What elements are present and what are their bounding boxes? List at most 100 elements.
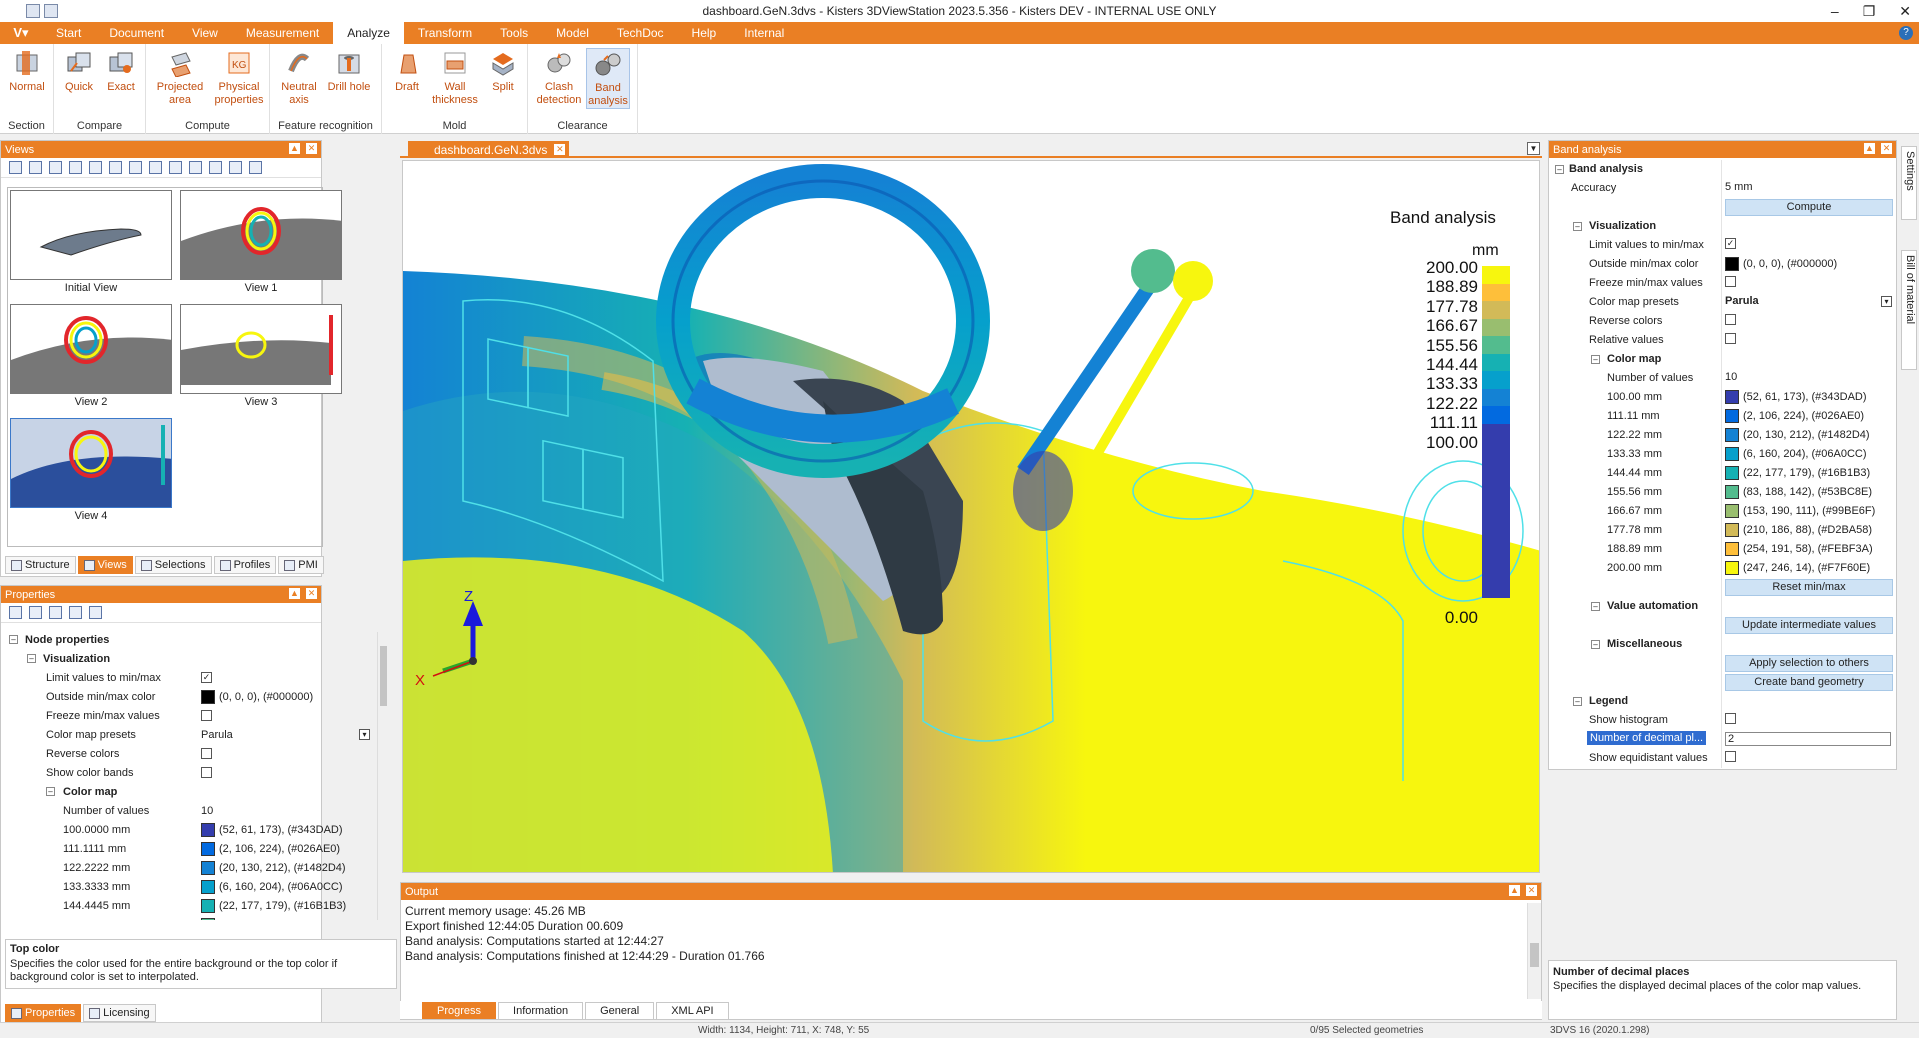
quick-button[interactable]: Quick [56, 48, 102, 94]
band-color-entry-row[interactable]: 200.00 mm (247, 246, 14), (#F7F60E) [1549, 559, 1898, 578]
tab-list-dropdown-icon[interactable]: ▼ [1527, 142, 1540, 155]
create-band-geometry-button[interactable]: Create band geometry [1725, 674, 1893, 691]
band-value[interactable]: 10 [1725, 371, 1737, 383]
band-row-decimal[interactable]: Number of decimal pl... 2 [1549, 730, 1898, 749]
tab-techdoc[interactable]: TechDoc [603, 22, 678, 44]
collapse-all-icon[interactable] [29, 606, 42, 619]
tab-transform[interactable]: Transform [404, 22, 486, 44]
band-row-presets[interactable]: Color map presets Parula ▾ [1549, 293, 1898, 312]
scroll-thumb[interactable] [380, 646, 387, 706]
collapse-toggle-icon[interactable]: – [46, 787, 55, 796]
save-icon[interactable] [26, 4, 40, 18]
prop-row-reverse[interactable]: Reverse colors [1, 744, 375, 763]
color-map-entry-row[interactable]: 111.1111 mm (2, 106, 224), (#026AE0) [1, 839, 375, 858]
home-view-icon[interactable] [9, 161, 22, 174]
color-map-entry-row[interactable]: 133.3333 mm (6, 160, 204), (#06A0CC) [1, 877, 375, 896]
scroll-thumb[interactable] [1530, 943, 1539, 967]
thumbnail-initial-view[interactable] [10, 190, 172, 280]
document-tab[interactable]: dashboard.GeN.3dvs ✕ [408, 141, 570, 158]
band-row-root[interactable]: – Band analysis [1549, 160, 1898, 179]
band-color-entry-row[interactable]: 111.11 mm (2, 106, 224), (#026AE0) [1549, 407, 1898, 426]
band-row-relative[interactable]: Relative values [1549, 331, 1898, 350]
neutral-axis-button[interactable]: Neutral axis [276, 48, 322, 107]
expand-all-icon[interactable] [9, 606, 22, 619]
prop-row-visualization[interactable]: – Visualization [1, 649, 375, 668]
pin-icon[interactable]: ▲ [1509, 885, 1520, 896]
decimal-places-input[interactable]: 2 [1725, 732, 1891, 746]
output-scrollbar[interactable] [1527, 903, 1541, 999]
tab-structure[interactable]: Structure [5, 556, 76, 574]
tab-profiles[interactable]: Profiles [213, 556, 277, 574]
pin-icon[interactable]: ▲ [289, 143, 300, 154]
color-swatch[interactable] [1725, 504, 1739, 518]
chevron-down-icon[interactable]: ▾ [1881, 295, 1892, 307]
band-row-outside[interactable]: Outside min/max color (0, 0, 0), (#000000… [1549, 255, 1898, 274]
color-swatch[interactable] [1725, 409, 1739, 423]
band-row-reset[interactable]: Reset min/max [1549, 578, 1898, 597]
stop-icon[interactable] [109, 161, 122, 174]
band-row-legend[interactable]: – Legend [1549, 692, 1898, 711]
drill-hole-button[interactable]: Drill hole [326, 48, 372, 94]
color-map-entry-row[interactable]: 144.4445 mm (22, 177, 179), (#16B1B3) [1, 896, 375, 915]
color-swatch[interactable] [1725, 447, 1739, 461]
collapse-toggle-icon[interactable]: – [1573, 697, 1582, 706]
band-row-limit[interactable]: Limit values to min/max ✓ [1549, 236, 1898, 255]
wall-thickness-button[interactable]: Wall thickness [432, 48, 478, 107]
color-map-entry-row[interactable]: 100.0000 mm (52, 61, 173), (#343DAD) [1, 820, 375, 839]
camera-icon[interactable] [189, 161, 202, 174]
band-row-value-automation[interactable]: – Value automation [1549, 597, 1898, 616]
thumbnail-view-3[interactable] [180, 304, 342, 394]
band-row-apply[interactable]: Apply selection to others [1549, 654, 1898, 673]
close-icon[interactable]: ✕ [1526, 885, 1537, 896]
band-analysis-button[interactable]: Band analysis [586, 48, 630, 109]
color-swatch[interactable] [201, 841, 215, 856]
thumbnail-view-4[interactable] [10, 418, 172, 508]
maximize-icon[interactable]: ❐ [1863, 3, 1876, 20]
reverse-checkbox[interactable] [201, 748, 212, 759]
band-color-entry-row[interactable]: 155.56 mm (83, 188, 142), (#53BC8E) [1549, 483, 1898, 502]
band-color-entry-row[interactable]: 144.44 mm (22, 177, 179), (#16B1B3) [1549, 464, 1898, 483]
band-color-entry-row[interactable]: 100.00 mm (52, 61, 173), (#343DAD) [1549, 388, 1898, 407]
tab-progress[interactable]: Progress [422, 1002, 497, 1019]
update-intermediate-button[interactable]: Update intermediate values [1725, 617, 1893, 634]
add-view-icon[interactable] [29, 161, 42, 174]
reset-min-max-button[interactable]: Reset min/max [1725, 579, 1893, 596]
thumbnail-view-1[interactable] [180, 190, 342, 280]
prop-row-num-values[interactable]: Number of values 10 [1, 801, 375, 820]
band-row-accuracy[interactable]: Accuracy 5 mm [1549, 179, 1898, 198]
column-divider[interactable] [1721, 160, 1722, 768]
close-icon[interactable]: ✕ [306, 143, 317, 154]
paste-icon[interactable] [69, 606, 82, 619]
color-swatch[interactable] [1725, 257, 1739, 271]
prop-row-freeze[interactable]: Freeze min/max values [1, 706, 375, 725]
band-row-create[interactable]: Create band geometry [1549, 673, 1898, 692]
normal-button[interactable]: Normal [4, 48, 50, 94]
draft-button[interactable]: Draft [384, 48, 430, 94]
collapse-toggle-icon[interactable]: – [27, 654, 36, 663]
next-view-icon[interactable] [129, 161, 142, 174]
freeze-checkbox[interactable] [1725, 276, 1736, 287]
minimize-icon[interactable]: – [1831, 3, 1839, 19]
color-swatch[interactable] [201, 898, 215, 913]
close-icon[interactable]: ✕ [306, 588, 317, 599]
presets-select[interactable]: Parula [201, 729, 233, 741]
tab-information[interactable]: Information [498, 1002, 584, 1019]
color-swatch[interactable] [201, 879, 215, 894]
delete-view-icon[interactable] [69, 161, 82, 174]
tab-settings[interactable]: Settings [1901, 146, 1917, 220]
color-swatch[interactable] [1725, 466, 1739, 480]
settings-view-icon[interactable] [229, 161, 242, 174]
collapse-toggle-icon[interactable]: – [1591, 640, 1600, 649]
relative-checkbox[interactable] [1725, 333, 1736, 344]
tab-properties[interactable]: Properties [5, 1004, 82, 1022]
band-value[interactable]: 5 mm [1725, 181, 1753, 193]
color-swatch[interactable] [1725, 485, 1739, 499]
histogram-checkbox[interactable] [1725, 713, 1736, 724]
close-tab-icon[interactable]: ✕ [554, 144, 566, 155]
tab-views[interactable]: Views [77, 556, 133, 574]
collapse-toggle-icon[interactable]: – [1591, 602, 1600, 611]
presets-select[interactable]: Parula [1725, 295, 1759, 307]
tab-help[interactable]: Help [678, 22, 731, 44]
tab-xml-api[interactable]: XML API [656, 1002, 729, 1019]
band-row-misc[interactable]: – Miscellaneous [1549, 635, 1898, 654]
